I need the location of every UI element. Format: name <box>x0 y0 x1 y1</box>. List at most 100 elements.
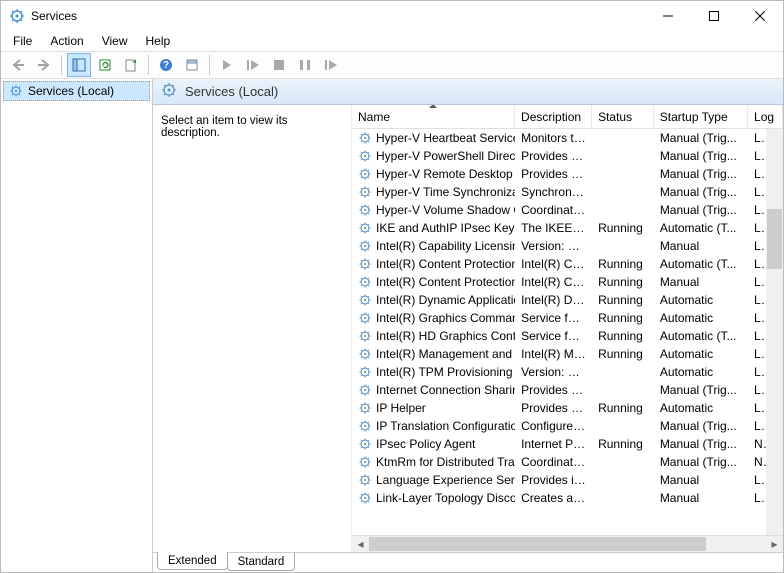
menu-view[interactable]: View <box>94 33 136 49</box>
service-name: Link-Layer Topology Discov... <box>376 491 515 505</box>
service-row[interactable]: Intel(R) TPM Provisioning S...Version: 1… <box>352 363 783 381</box>
service-description: Version: 1.6... <box>515 239 592 253</box>
service-startup: Manual (Trig... <box>654 203 748 217</box>
service-row[interactable]: Intel(R) Capability Licensing...Version:… <box>352 237 783 255</box>
pause-service-button[interactable] <box>293 53 317 77</box>
service-startup: Automatic (T... <box>654 257 748 271</box>
service-name: IP Translation Configuration... <box>376 419 515 433</box>
service-description: Provides ne... <box>515 383 592 397</box>
service-startup: Manual (Trig... <box>654 149 748 163</box>
service-row[interactable]: Intel(R) Management and S...Intel(R) Ma.… <box>352 345 783 363</box>
restart-service-button[interactable] <box>319 53 343 77</box>
service-name: Intel(R) Content Protection ... <box>376 275 515 289</box>
service-description: Version: 1.6... <box>515 365 592 379</box>
service-row[interactable]: Hyper-V Volume Shadow C...Coordinates...… <box>352 201 783 219</box>
toolbar-separator <box>209 55 210 75</box>
service-description: Provides inf... <box>515 473 592 487</box>
gear-icon <box>358 311 372 325</box>
service-row[interactable]: Intel(R) HD Graphics Contro...Service fo… <box>352 327 783 345</box>
service-row[interactable]: KtmRm for Distributed Tran...Coordinates… <box>352 453 783 471</box>
gear-icon <box>358 491 372 505</box>
refresh-button[interactable] <box>93 53 117 77</box>
column-header-name[interactable]: Name <box>352 105 515 128</box>
service-row[interactable]: Intel(R) Content Protection ...Intel(R) … <box>352 255 783 273</box>
service-row[interactable]: Link-Layer Topology Discov...Creates a N… <box>352 489 783 507</box>
service-row[interactable]: IKE and AuthIP IPsec Keying...The IKEEXT… <box>352 219 783 237</box>
service-name: IKE and AuthIP IPsec Keying... <box>376 221 515 235</box>
scroll-thumb[interactable] <box>369 537 706 551</box>
nav-forward-button[interactable] <box>32 53 56 77</box>
service-row[interactable]: Intel(R) Graphics Command...Service for … <box>352 309 783 327</box>
service-description: Internet Pro... <box>515 437 592 451</box>
service-row[interactable]: IP HelperProvides tu...RunningAutomaticL… <box>352 399 783 417</box>
window-title: Services <box>31 9 77 23</box>
column-header-description[interactable]: Description <box>515 105 592 128</box>
gear-icon <box>358 437 372 451</box>
scroll-right-icon[interactable]: ▸ <box>766 536 783 552</box>
service-row[interactable]: Hyper-V PowerShell Direct ...Provides a … <box>352 147 783 165</box>
list-body[interactable]: Hyper-V Heartbeat ServiceMonitors th...M… <box>352 129 783 535</box>
column-header-status[interactable]: Status <box>592 105 654 128</box>
service-status: Running <box>592 311 654 325</box>
service-row[interactable]: IP Translation Configuration...Configure… <box>352 417 783 435</box>
gear-icon <box>358 167 372 181</box>
close-button[interactable] <box>737 1 783 31</box>
service-row[interactable]: Internet Connection Sharin...Provides ne… <box>352 381 783 399</box>
pause-step-button[interactable] <box>241 53 265 77</box>
gear-icon <box>358 383 372 397</box>
service-status: Running <box>592 329 654 343</box>
tab-extended[interactable]: Extended <box>157 552 228 570</box>
column-header-startup[interactable]: Startup Type <box>654 105 748 128</box>
service-row[interactable]: Intel(R) Content Protection ...Intel(R) … <box>352 273 783 291</box>
start-service-button[interactable] <box>215 53 239 77</box>
service-description: Service for I... <box>515 311 592 325</box>
service-status: Running <box>592 257 654 271</box>
service-row[interactable]: Hyper-V Time Synchronizati...Synchronize… <box>352 183 783 201</box>
service-name: Intel(R) Content Protection ... <box>376 257 515 271</box>
horizontal-scrollbar[interactable]: ◂ ▸ <box>352 535 783 552</box>
service-status: Running <box>592 347 654 361</box>
service-startup: Manual (Trig... <box>654 185 748 199</box>
vertical-scrollbar[interactable] <box>766 129 783 535</box>
gear-icon <box>8 83 24 99</box>
service-row[interactable]: Intel(R) Dynamic Applicatio...Intel(R) D… <box>352 291 783 309</box>
service-startup: Manual (Trig... <box>654 419 748 433</box>
service-name: KtmRm for Distributed Tran... <box>376 455 515 469</box>
stop-service-button[interactable] <box>267 53 291 77</box>
service-row[interactable]: IPsec Policy AgentInternet Pro...Running… <box>352 435 783 453</box>
service-startup: Automatic <box>654 347 748 361</box>
vscroll-thumb[interactable] <box>767 209 782 269</box>
help-button[interactable]: ? <box>154 53 178 77</box>
console-tree: Services (Local) <box>1 79 153 572</box>
export-list-button[interactable] <box>119 53 143 77</box>
service-startup: Manual (Trig... <box>654 437 748 451</box>
service-name: Hyper-V Remote Desktop Vi... <box>376 167 515 181</box>
details-pane: Services (Local) Select an item to view … <box>153 79 783 572</box>
gear-icon <box>358 329 372 343</box>
service-name: Intel(R) TPM Provisioning S... <box>376 365 515 379</box>
tree-item-services-local[interactable]: Services (Local) <box>3 81 150 101</box>
column-header-logon[interactable]: Log <box>748 105 783 128</box>
gear-icon <box>358 257 372 271</box>
service-name: IP Helper <box>376 401 426 415</box>
service-startup: Manual <box>654 473 748 487</box>
menu-action[interactable]: Action <box>42 33 91 49</box>
service-row[interactable]: Hyper-V Remote Desktop Vi...Provides a p… <box>352 165 783 183</box>
service-description: Monitors th... <box>515 131 592 145</box>
menu-file[interactable]: File <box>5 33 40 49</box>
service-row[interactable]: Language Experience ServiceProvides inf.… <box>352 471 783 489</box>
maximize-button[interactable] <box>691 1 737 31</box>
tab-standard[interactable]: Standard <box>227 553 296 571</box>
service-row[interactable]: Hyper-V Heartbeat ServiceMonitors th...M… <box>352 129 783 147</box>
menu-help[interactable]: Help <box>138 33 179 49</box>
tree-item-label: Services (Local) <box>28 84 114 98</box>
scroll-left-icon[interactable]: ◂ <box>352 536 369 552</box>
minimize-button[interactable] <box>645 1 691 31</box>
service-startup: Manual <box>654 239 748 253</box>
nav-back-button[interactable] <box>6 53 30 77</box>
show-hide-tree-button[interactable] <box>67 53 91 77</box>
gear-icon <box>358 185 372 199</box>
service-startup: Manual (Trig... <box>654 455 748 469</box>
service-name: Internet Connection Sharin... <box>376 383 515 397</box>
properties-button[interactable] <box>180 53 204 77</box>
